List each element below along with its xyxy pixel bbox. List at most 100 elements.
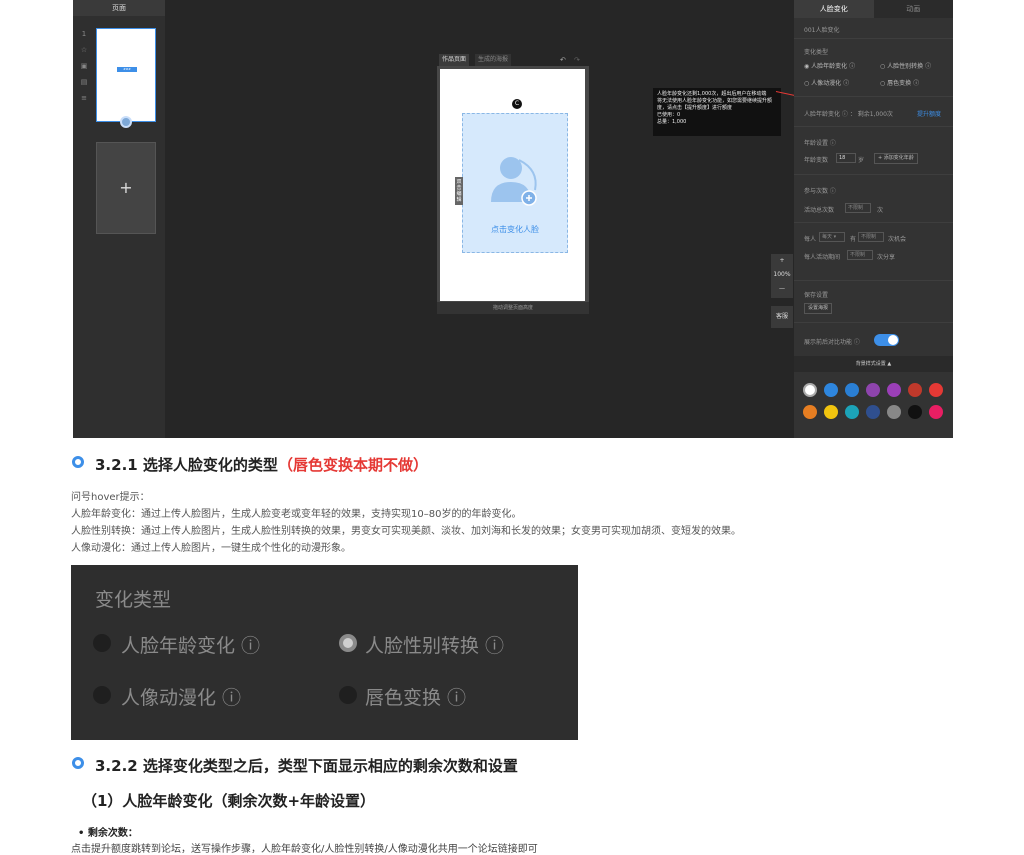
age-input[interactable]: 18 [836, 153, 856, 163]
color-swatch[interactable] [824, 405, 838, 419]
pages-panel: 页面 1 ☆ ▣ ▤ ≡ ### + [73, 0, 165, 438]
thumbnail-button: ### [117, 67, 137, 72]
canvas-tabs: 作品页面 生成的海报 [439, 54, 589, 66]
customer-service-button[interactable]: 客服 [771, 306, 793, 328]
share-limit-input[interactable]: 不限制 [847, 250, 873, 260]
radio-age-change[interactable] [93, 634, 111, 652]
divider [794, 174, 953, 175]
times-unit: 次 [877, 207, 884, 214]
add-age-button[interactable]: + 添加变化年龄 [874, 153, 918, 164]
color-swatch[interactable] [887, 405, 901, 419]
section-bullet [72, 456, 84, 468]
color-swatch[interactable] [887, 383, 901, 397]
properties-tabs: 人脸变化 动画 [794, 0, 953, 18]
compare-text: 展示前后对比功能 [804, 339, 853, 346]
radio-anime[interactable] [93, 686, 111, 704]
age-change-label: 年龄变数 [804, 157, 829, 164]
undo-icon[interactable]: ↶ [560, 56, 566, 64]
redo-icon[interactable]: ↷ [574, 56, 580, 64]
component-name[interactable]: 001人脸变化 [804, 25, 839, 34]
radio-gender-swap[interactable] [339, 634, 357, 652]
color-swatch[interactable] [929, 383, 943, 397]
tooltip-line: 将无法使用人脸年龄变化功能，如您需要继续提升额 [657, 98, 773, 104]
face-prompt-text: 点击变化人脸 [491, 225, 539, 234]
color-swatch[interactable] [824, 383, 838, 397]
per-has: 有 [850, 236, 857, 243]
divider [794, 280, 953, 281]
compare-label: 展示前后对比功能 ⓘ [804, 339, 860, 346]
zoom-out-button[interactable]: — [771, 282, 793, 296]
option-gender-swap[interactable]: ○ 人脸性别转换 ⓘ [880, 61, 931, 70]
background-style-bar[interactable]: 背景样式设置 ▲ [794, 356, 953, 372]
left-toolbar: 1 ☆ ▣ ▤ ≡ [79, 26, 89, 106]
tooltip-line: 人脸年龄变化还剩1,000次，超出后用户在移动端 [657, 91, 767, 97]
rotate-handle[interactable]: C [512, 99, 522, 109]
option-lip-color[interactable]: ○ 唇色变换 ⓘ [880, 78, 919, 87]
per-limit-input[interactable]: 不限制 [858, 232, 884, 242]
color-swatch[interactable] [908, 383, 922, 397]
tab-face-change[interactable]: 人脸变化 [794, 0, 874, 18]
menu-icon[interactable]: ≡ [79, 90, 89, 106]
tab-work-page[interactable]: 作品页面 [439, 54, 470, 66]
zoom-in-button[interactable]: + [771, 254, 793, 268]
remaining-count: 人脸年龄变化 ⓘ ： 剩余1,000次 [804, 111, 893, 118]
color-swatch[interactable] [803, 383, 817, 397]
section-bullet [72, 757, 84, 769]
page-number: 1 [81, 30, 87, 38]
share-unit: 次分享 [877, 254, 896, 261]
zoom-option-lip: 唇色变换 ⓘ [365, 687, 467, 709]
anime-desc: 人像动漫化：通过上传人脸图片，一键生成个性化的动漫形象。 [71, 543, 351, 554]
tab-animation[interactable]: 动画 [873, 0, 953, 18]
add-page-button[interactable]: + [96, 142, 156, 234]
share-label: 每人活动期间 [804, 254, 841, 261]
color-swatch[interactable] [803, 405, 817, 419]
section-title-note: （唇色变换本期不做） [277, 456, 428, 474]
quota-tooltip: 人脸年龄变化还剩1,000次，超出后用户在移动端 将无法使用人脸年龄变化功能，如… [653, 88, 781, 136]
phone-canvas[interactable]: C 点击变化人脸 双击编辑 [440, 69, 585, 301]
face-change-component[interactable]: 点击变化人脸 [462, 113, 568, 253]
pages-panel-title: 页面 [73, 0, 165, 16]
tooltip-line: 已使用：0 [657, 112, 681, 118]
section-title-text: 3.2.1 选择人脸变化的类型 [95, 456, 278, 474]
copy-icon[interactable]: ▣ [79, 58, 89, 74]
double-click-edit-tag[interactable]: 双击编辑 [455, 177, 463, 205]
toggle-knob [888, 335, 898, 345]
divider [794, 96, 953, 97]
period-select[interactable]: 每天 ▾ [819, 232, 845, 242]
age-setting-label: 年龄设置 ⓘ [804, 140, 836, 147]
save-label: 保存设置 [804, 292, 829, 299]
editor-screenshot: 页面 1 ☆ ▣ ▤ ≡ ### + 作品页面 生成的海报 ↶ ↷ C 点击变化… [73, 0, 953, 438]
participation-label: 参与次数 ⓘ [804, 188, 836, 195]
option-label: 人脸性别转换 [887, 63, 924, 70]
face-avatar-icon [491, 157, 537, 206]
list-icon[interactable]: ▤ [79, 74, 89, 90]
compare-toggle[interactable] [874, 334, 899, 346]
radio-lip-color[interactable] [339, 686, 357, 704]
color-swatch[interactable] [866, 405, 880, 419]
color-swatch[interactable] [929, 405, 943, 419]
zoom-option-anime: 人像动漫化 ⓘ [121, 687, 242, 709]
page-thumbnail[interactable]: ### [96, 28, 156, 128]
subsection-title: （1）人脸年龄变化（剩余次数+年龄设置） [82, 792, 376, 810]
type-options-zoom: 变化类型 人脸年龄变化 ⓘ 人脸性别转换 ⓘ 人像动漫化 ⓘ 唇色变换 ⓘ [71, 565, 578, 740]
star-icon[interactable]: ☆ [79, 42, 89, 58]
color-swatch[interactable] [845, 383, 859, 397]
color-swatch[interactable] [908, 405, 922, 419]
raise-quota-link[interactable]: 提升额度 [917, 109, 941, 118]
period-value: 每天 [822, 234, 833, 240]
remain-label: 人脸年龄变化 [804, 111, 841, 118]
thumbnail-handle[interactable] [120, 116, 132, 128]
resize-page-bar[interactable]: 拖动调整页面高度 [437, 302, 589, 314]
divider [794, 222, 953, 223]
option-anime[interactable]: ○ 人像动漫化 ⓘ [804, 78, 849, 87]
option-label: 人脸年龄变化 [811, 63, 848, 70]
activity-count-input[interactable]: 不限制 [845, 203, 871, 213]
color-swatch[interactable] [866, 383, 880, 397]
tab-generated-poster[interactable]: 生成的海报 [475, 54, 512, 66]
color-swatch[interactable] [845, 405, 859, 419]
zoom-control: + 100% — [771, 254, 793, 298]
remain-value: 剩余1,000次 [857, 111, 893, 118]
option-age-change[interactable]: ◉ 人脸年龄变化 ⓘ [804, 61, 855, 70]
zoom-level: 100% [773, 271, 791, 278]
set-poster-button[interactable]: 设置海报 [804, 303, 833, 314]
